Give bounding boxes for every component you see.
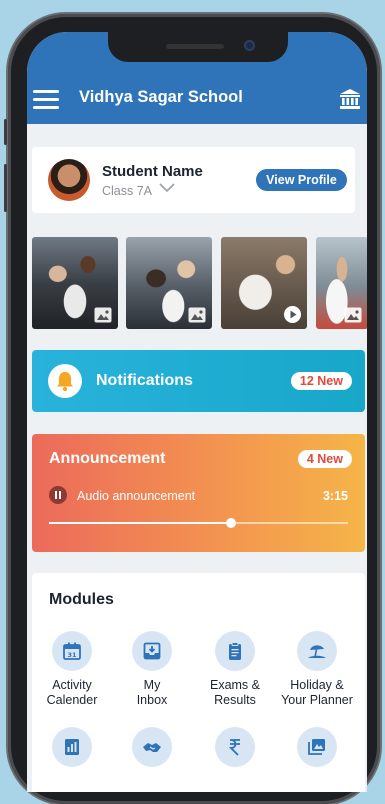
audio-scrub-handle[interactable] xyxy=(226,518,237,528)
view-profile-button[interactable]: View Profile xyxy=(256,169,347,191)
modules-section: Modules 31 Activity Calender My Inbox Exam… xyxy=(32,573,365,792)
clipboard-icon xyxy=(215,631,255,671)
modules-title: Modules xyxy=(49,591,114,608)
handshake-icon xyxy=(132,727,172,767)
module-holiday-planner[interactable]: Holiday & Your Planner xyxy=(274,631,360,708)
bell-icon xyxy=(48,364,82,398)
calendar-icon: 31 xyxy=(52,631,92,671)
hamburger-menu-icon[interactable] xyxy=(33,90,59,110)
gallery-thumbnail[interactable] xyxy=(221,237,307,329)
student-class: Class 7A xyxy=(102,184,153,198)
module-label-line1: Exams & xyxy=(209,678,260,692)
module-label-line1: Holiday & xyxy=(290,678,344,692)
module-label-line2: Calender xyxy=(46,693,98,707)
image-icon xyxy=(344,307,362,323)
audio-progress-slider[interactable] xyxy=(49,518,348,528)
profile-card: Student Name Class 7A View Profile xyxy=(32,147,355,213)
audio-title: Audio announcement xyxy=(77,489,196,503)
volume-up-button xyxy=(4,164,7,212)
svg-text:31: 31 xyxy=(67,651,77,659)
notifications-card[interactable]: Notifications 12 New xyxy=(32,350,365,412)
module-exams-results[interactable]: Exams & Results xyxy=(195,631,275,708)
gallery-thumbnail[interactable] xyxy=(32,237,118,329)
avatar xyxy=(48,159,90,201)
announcement-count-badge[interactable]: 4 New xyxy=(297,450,352,468)
audio-progress-fill xyxy=(49,522,232,524)
rupee-icon xyxy=(215,727,255,767)
module-label-line1: Activity xyxy=(52,678,92,692)
notifications-count-badge: 12 New xyxy=(290,372,352,390)
module-label-line1: My xyxy=(143,678,161,692)
module-my-inbox[interactable]: My Inbox xyxy=(112,631,192,708)
phone-notch xyxy=(108,32,288,62)
beach-icon xyxy=(297,631,337,671)
gallery-thumbnail[interactable] xyxy=(126,237,212,329)
student-name: Student Name xyxy=(102,163,203,180)
inbox-icon xyxy=(132,631,172,671)
front-camera xyxy=(244,40,255,51)
image-icon xyxy=(188,307,206,323)
report-icon xyxy=(52,727,92,767)
mute-switch xyxy=(4,119,7,145)
play-icon xyxy=(284,306,301,323)
photo-gallery-icon xyxy=(297,727,337,767)
speaker-grille xyxy=(166,44,224,49)
module-activity-calender[interactable]: 31 Activity Calender xyxy=(32,631,112,708)
module-label-line2: Your Planner xyxy=(281,693,353,707)
announcement-card: Announcement 4 New Audio announcement 3:… xyxy=(32,434,365,552)
announcement-title: Announcement xyxy=(49,450,166,467)
media-gallery xyxy=(32,237,367,329)
institution-icon[interactable] xyxy=(338,87,362,111)
app-title: Vidhya Sagar School xyxy=(79,88,243,106)
app-screen: Vidhya Sagar School Student Name Class 7… xyxy=(27,32,367,792)
gallery-thumbnail[interactable] xyxy=(316,237,367,329)
module-label-line2: Inbox xyxy=(136,693,168,707)
chevron-down-icon[interactable] xyxy=(159,183,175,196)
notifications-label: Notifications xyxy=(96,372,193,389)
image-icon xyxy=(94,307,112,323)
module-label-line2: Results xyxy=(214,693,256,707)
pause-icon[interactable] xyxy=(49,486,67,504)
audio-duration: 3:15 xyxy=(322,489,348,503)
